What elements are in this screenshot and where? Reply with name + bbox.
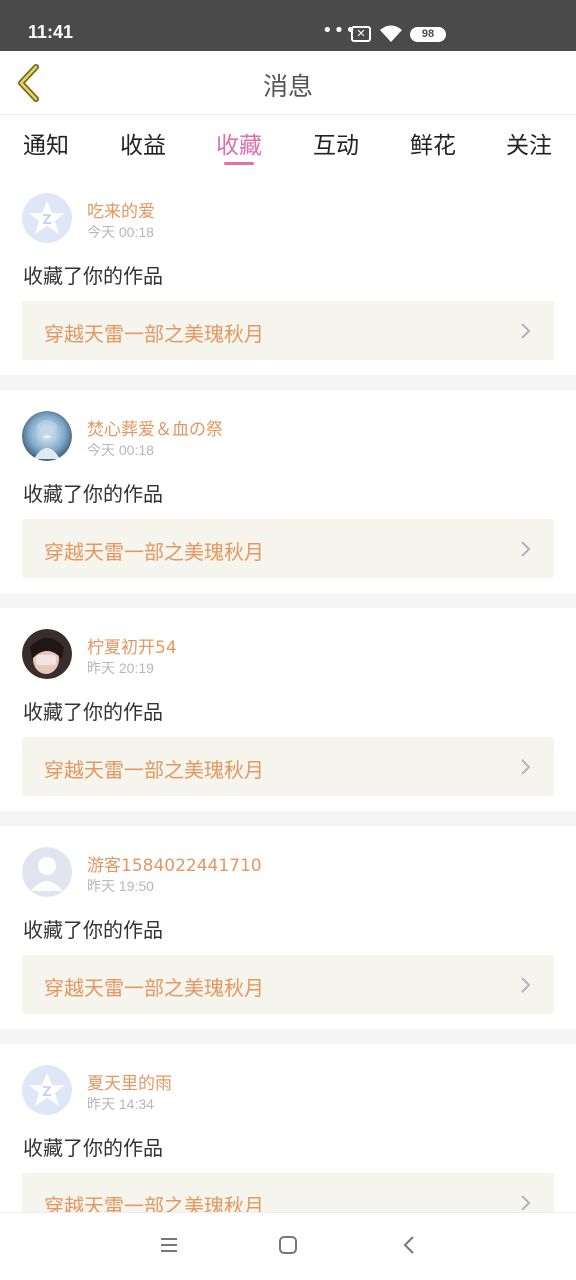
chevron-right-icon <box>521 977 531 993</box>
avatar[interactable] <box>22 629 72 679</box>
status-time: 11:41 <box>28 22 74 42</box>
tab-notifications[interactable]: 通知 <box>23 126 69 160</box>
list-item: Z 夏天里的雨 昨天 14:34 收藏了你的作品 穿越天雷一部之美瑰秋月 <box>0 1044 576 1212</box>
work-title: 穿越天雷一部之美瑰秋月 <box>44 1194 264 1212</box>
home-icon[interactable] <box>278 1235 298 1255</box>
anime-avatar-icon <box>22 411 72 461</box>
page-title: 消息 <box>262 72 313 101</box>
battery-indicator: 98 <box>410 27 446 42</box>
user-name[interactable]: 游客1584022441710 <box>87 851 262 876</box>
timestamp: 今天 00:18 <box>87 224 154 240</box>
photo-avatar-icon <box>22 629 72 679</box>
tab-flowers[interactable]: 鲜花 <box>410 126 456 160</box>
work-title: 穿越天雷一部之美瑰秋月 <box>44 540 264 564</box>
user-name[interactable]: 吃来的爱 <box>87 197 155 222</box>
status-bar: 11:41 ••• ✕ 98 <box>0 0 576 51</box>
action-text: 收藏了你的作品 <box>23 1136 163 1160</box>
timestamp: 昨天 20:19 <box>87 660 154 676</box>
divider <box>0 1029 576 1044</box>
user-name[interactable]: 柠夏初开54 <box>87 633 177 658</box>
sim-icon: ✕ <box>351 26 371 42</box>
user-name[interactable]: 夏天里的雨 <box>87 1069 172 1094</box>
work-link[interactable]: 穿越天雷一部之美瑰秋月 <box>22 955 554 1014</box>
work-link[interactable]: 穿越天雷一部之美瑰秋月 <box>22 301 554 360</box>
chevron-right-icon <box>521 1195 531 1211</box>
action-text: 收藏了你的作品 <box>23 264 163 288</box>
work-link[interactable]: 穿越天雷一部之美瑰秋月 <box>22 1173 554 1212</box>
avatar[interactable]: Z <box>22 1065 72 1115</box>
avatar[interactable] <box>22 847 72 897</box>
active-tab-indicator <box>224 162 254 165</box>
tab-earnings[interactable]: 收益 <box>120 126 166 160</box>
divider <box>0 593 576 608</box>
work-title: 穿越天雷一部之美瑰秋月 <box>44 758 264 782</box>
guest-avatar-icon <box>22 847 72 897</box>
list-item: 焚心葬爱＆血の祭 今天 00:18 收藏了你的作品 穿越天雷一部之美瑰秋月 <box>0 390 576 593</box>
tab-following[interactable]: 关注 <box>506 126 552 160</box>
timestamp: 昨天 19:50 <box>87 878 154 894</box>
work-link[interactable]: 穿越天雷一部之美瑰秋月 <box>22 737 554 796</box>
list-item: Z 吃来的爱 今天 00:18 收藏了你的作品 穿越天雷一部之美瑰秋月 <box>0 172 576 375</box>
action-text: 收藏了你的作品 <box>23 918 163 942</box>
qq-default-avatar-icon: Z <box>22 193 72 243</box>
nav-header: 消息 <box>0 51 576 115</box>
work-title: 穿越天雷一部之美瑰秋月 <box>44 322 264 346</box>
svg-text:Z: Z <box>42 213 51 228</box>
menu-icon[interactable] <box>159 1235 179 1255</box>
chevron-right-icon <box>521 323 531 339</box>
svg-text:Z: Z <box>42 1085 51 1100</box>
user-name[interactable]: 焚心葬爱＆血の祭 <box>87 415 223 440</box>
avatar[interactable] <box>22 411 72 461</box>
work-link[interactable]: 穿越天雷一部之美瑰秋月 <box>22 519 554 578</box>
list-item: 游客1584022441710 昨天 19:50 收藏了你的作品 穿越天雷一部之… <box>0 826 576 1029</box>
chevron-right-icon <box>521 541 531 557</box>
back-icon[interactable] <box>400 1235 420 1255</box>
work-title: 穿越天雷一部之美瑰秋月 <box>44 976 264 1000</box>
tab-bar: 通知 收益 收藏 互动 鲜花 关注 <box>0 116 576 172</box>
action-text: 收藏了你的作品 <box>23 700 163 724</box>
divider <box>0 375 576 390</box>
qq-default-avatar-icon: Z <box>22 1065 72 1115</box>
divider <box>0 811 576 826</box>
wifi-icon <box>380 25 402 42</box>
chevron-right-icon <box>521 759 531 775</box>
list-item: 柠夏初开54 昨天 20:19 收藏了你的作品 穿越天雷一部之美瑰秋月 <box>0 608 576 811</box>
action-text: 收藏了你的作品 <box>23 482 163 506</box>
system-nav-bar <box>0 1212 576 1280</box>
avatar[interactable]: Z <box>22 193 72 243</box>
timestamp: 今天 00:18 <box>87 442 154 458</box>
tab-favorites[interactable]: 收藏 <box>216 126 262 160</box>
tab-interactions[interactable]: 互动 <box>313 126 359 160</box>
favorites-feed[interactable]: Z 吃来的爱 今天 00:18 收藏了你的作品 穿越天雷一部之美瑰秋月 焚心葬爱… <box>0 172 576 1212</box>
timestamp: 昨天 14:34 <box>87 1096 154 1112</box>
